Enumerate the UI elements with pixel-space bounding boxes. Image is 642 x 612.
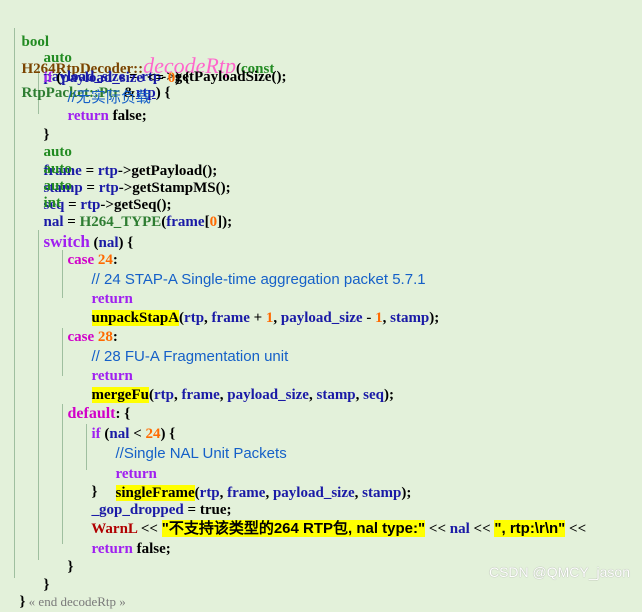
keyword: return bbox=[115, 466, 157, 482]
value: false; bbox=[108, 108, 147, 124]
code-line: // 28 FU-A Fragmentation unit bbox=[84, 328, 289, 365]
keyword: return bbox=[67, 108, 109, 124]
number: 1 bbox=[375, 310, 383, 326]
keyword: return bbox=[91, 541, 133, 557]
code-line: auto payload_size = rtp->getPayloadSize(… bbox=[36, 30, 287, 85]
keyword: if bbox=[91, 426, 101, 442]
punct: (); bbox=[156, 197, 172, 213]
code-line: WarnL << "不支持该类型的264 RTP包, nal type:" <<… bbox=[84, 500, 586, 537]
variable: seq bbox=[363, 387, 384, 403]
punct: (); bbox=[271, 69, 287, 85]
punct: - bbox=[362, 310, 376, 326]
variable: frame bbox=[166, 214, 205, 230]
variable: stamp bbox=[390, 310, 430, 326]
variable: payload_size bbox=[227, 387, 309, 403]
punct: ) { bbox=[118, 235, 134, 251]
punct: + bbox=[249, 310, 266, 326]
punct: ) { bbox=[175, 70, 190, 86]
code-line: return mergeFu(rtp, frame, payload_size,… bbox=[84, 348, 394, 403]
code-line: return unpackStapA(rtp, frame + 1, paylo… bbox=[84, 271, 439, 326]
keyword: return bbox=[91, 291, 133, 307]
keyword: return bbox=[91, 368, 133, 384]
variable: payload_size bbox=[280, 310, 363, 326]
punct: ); bbox=[401, 485, 412, 501]
code-line: default: { bbox=[60, 385, 131, 422]
punct: << bbox=[565, 521, 587, 537]
code-line: case 24: bbox=[60, 232, 118, 268]
indent-guide bbox=[62, 404, 63, 544]
code-line: // 24 STAP-A Single-time aggregation pac… bbox=[84, 251, 426, 288]
code-line: case 28: bbox=[60, 309, 118, 345]
variable: frame bbox=[211, 310, 250, 326]
punct: << bbox=[425, 521, 450, 537]
code-line: //Single NAL Unit Packets bbox=[108, 425, 287, 462]
code-line: if (nal < 24) { bbox=[84, 406, 176, 442]
end-tag: « end decodeRtp » bbox=[25, 594, 126, 609]
punct: ); bbox=[384, 387, 394, 403]
code-line: return singleFrame(rtp, frame, payload_s… bbox=[108, 446, 411, 501]
punct: ); bbox=[429, 310, 440, 326]
variable: rtp bbox=[153, 387, 174, 403]
code-line: return false; bbox=[60, 88, 147, 124]
code-line: //无实际负载 bbox=[60, 69, 151, 106]
string-literal: "不支持该类型的264 RTP包, nal type:" bbox=[161, 520, 426, 537]
keyword: if bbox=[43, 70, 53, 86]
variable: frame bbox=[227, 485, 266, 501]
indent-guide bbox=[38, 230, 39, 560]
code-line: _gop_dropped = true; bbox=[84, 482, 232, 518]
watermark: CSDN @QMCY_jason bbox=[488, 564, 630, 580]
punct: , bbox=[273, 310, 281, 326]
variable: rtp bbox=[184, 310, 205, 326]
code-line: bool H264RtpDecoder::decodeRtp(const Rtp… bbox=[14, 6, 275, 101]
number: 0 bbox=[209, 214, 218, 230]
code-line: return false; bbox=[84, 521, 171, 557]
punct: , bbox=[382, 310, 391, 326]
punct: << bbox=[469, 521, 495, 537]
string-literal: ", rtp:\r\n" bbox=[494, 520, 566, 537]
code-line: if (payload_size <= 0) { bbox=[36, 50, 190, 86]
code-line: } bbox=[84, 464, 98, 500]
variable: stamp bbox=[362, 485, 402, 501]
punct: , bbox=[204, 310, 212, 326]
variable: frame bbox=[181, 387, 220, 403]
code-line: } bbox=[60, 539, 74, 575]
variable: nal bbox=[449, 521, 470, 537]
code-line: int nal = H264_TYPE(frame[0]); bbox=[36, 175, 233, 230]
punct: ); bbox=[222, 214, 233, 230]
indent-guide bbox=[14, 28, 15, 578]
code-line: } « end decodeRtp » bbox=[12, 573, 126, 610]
value: false; bbox=[132, 541, 171, 557]
code-line: switch (nal) { bbox=[36, 209, 134, 251]
variable: stamp bbox=[316, 387, 356, 403]
punct: , bbox=[265, 485, 273, 501]
variable: payload_size bbox=[272, 485, 355, 501]
